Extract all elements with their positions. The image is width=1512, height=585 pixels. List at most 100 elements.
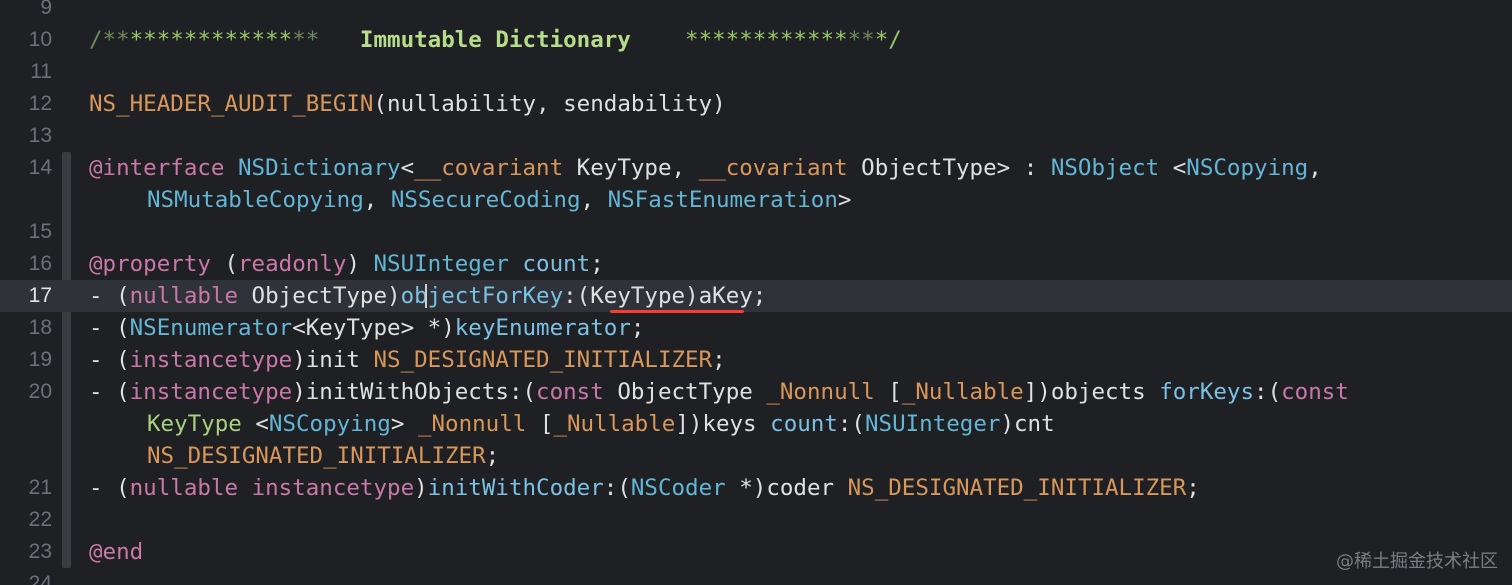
line-number: 13 [28, 124, 52, 147]
code-token: ])objects [1023, 379, 1160, 405]
code-line-19[interactable]: 19 - (instancetype)init NS_DESIGNATED_INI… [0, 344, 1512, 376]
code-token: - ( [89, 347, 130, 373]
code-token: KeyType [147, 411, 242, 437]
code-token: > [837, 187, 852, 213]
code-token: nullable [129, 475, 239, 501]
code-token: :( [1254, 379, 1282, 405]
code-token: [ [874, 379, 902, 405]
code-token: :( [837, 411, 865, 437]
code-token: ObjectType [603, 379, 767, 405]
code-token: *)coder [725, 475, 848, 501]
code-line-23[interactable]: 23 @end [0, 536, 1512, 568]
annotation-underline [610, 310, 744, 313]
code-token: forKeys [1159, 379, 1255, 405]
code-text: - (instancetype)initWithObjects:(const O… [89, 376, 1349, 408]
code-line-13[interactable]: 13 [0, 120, 1512, 152]
code-token: @end [89, 539, 144, 565]
code-token: - ( [89, 379, 130, 405]
code-token: __covariant [698, 155, 848, 181]
code-text: KeyType <NSCopying> _Nonnull [_Nullable]… [147, 408, 1055, 440]
line-number: 15 [28, 220, 52, 243]
code-text: - (NSEnumerator<KeyType> *)keyEnumerator… [89, 312, 644, 344]
code-token: nullable [129, 283, 239, 309]
code-line-16[interactable]: 16 @property (readonly) NSUInteger count; [0, 248, 1512, 280]
code-token: ])keys [675, 411, 771, 437]
code-line-wrap[interactable]: KeyType <NSCopying> _Nonnull [_Nullable]… [0, 408, 1512, 440]
code-token: < [1159, 155, 1187, 181]
code-token: <KeyType> *) [292, 315, 455, 341]
code-token: ; [712, 347, 726, 373]
code-token: [ [526, 411, 554, 437]
code-token: NSEnumerator [129, 315, 293, 341]
code-token: ( [210, 251, 239, 277]
code-text: @end [89, 536, 143, 568]
code-token: NS_DESIGNATED_INITIALIZER [373, 347, 713, 373]
line-number: 16 [28, 252, 52, 275]
code-token: - ( [89, 283, 130, 309]
code-token: , [580, 187, 608, 213]
code-line-11[interactable]: 11 [0, 56, 1512, 88]
code-token: ObjectType) [238, 283, 401, 309]
line-number: 17 [28, 284, 52, 307]
code-token: initWithCoder [427, 475, 604, 501]
code-token: NS_DESIGNATED_INITIALIZER [147, 443, 486, 469]
code-token: ; [590, 251, 604, 277]
code-token: KeyType, [563, 155, 699, 181]
code-line-14[interactable]: 14 @interface NSDictionary<__covariant Ke… [0, 152, 1512, 184]
code-token: )init [292, 347, 374, 373]
code-token: readonly [238, 251, 347, 277]
code-text: - (instancetype)init NS_DESIGNATED_INITI… [89, 344, 726, 376]
code-token: )initWithObjects:( [292, 379, 537, 405]
code-token: ; [485, 443, 500, 469]
code-token: NS_HEADER_AUDIT_BEGIN [89, 91, 374, 117]
code-token: @interface [89, 155, 225, 181]
code-token: NSUInteger [373, 251, 509, 277]
code-line-15[interactable]: 15 [0, 216, 1512, 248]
code-line-12[interactable]: 12 NS_HEADER_AUDIT_BEGIN(nullability, sen… [0, 88, 1512, 120]
code-token: , [363, 187, 391, 213]
code-token: ************ [129, 27, 293, 53]
code-text: @interface NSDictionary < __covariant KeyT… [89, 152, 1322, 184]
code-editor[interactable]: 9 10/**************** Immutable Dictionar… [0, 0, 1512, 585]
code-token: instancetype [251, 475, 415, 501]
line-number: 19 [28, 348, 52, 371]
line-number: 10 [28, 28, 52, 51]
code-line-18[interactable]: 18 - (NSEnumerator<KeyType> *)keyEnumerat… [0, 312, 1512, 344]
code-token: (nullability, sendability) [373, 91, 726, 117]
code-token: count [770, 411, 838, 437]
code-token: instancetype [129, 347, 293, 373]
code-token: ) [346, 251, 374, 277]
code-line-wrap[interactable]: NS_DESIGNATED_INITIALIZER; [0, 440, 1512, 472]
code-token: Immutable Dictionary [319, 27, 686, 53]
code-line-21[interactable]: 21 - (nullable instancetype)initWithCoder… [0, 472, 1512, 504]
code-token: count [522, 251, 591, 277]
code-token: :(KeyType)aKey; [563, 283, 767, 309]
code-line-22[interactable]: 22 [0, 504, 1512, 536]
code-token: NSCopying [268, 411, 391, 437]
code-token: */ [874, 27, 902, 53]
line-number: 22 [28, 508, 52, 531]
code-token: < [241, 411, 269, 437]
code-token: NSDictionary [238, 155, 401, 181]
code-token: _Nullable [553, 411, 676, 437]
code-token: const [536, 379, 604, 405]
code-token: NSCopying [1186, 155, 1309, 181]
code-token: ObjectType> : [847, 155, 1051, 181]
code-line-10[interactable]: 10/**************** Immutable Dictionary… [0, 24, 1512, 56]
code-token: ************ [685, 27, 848, 53]
code-token: keyEnumerator [454, 315, 631, 341]
watermark: @稀土掘金技术社区 [1336, 551, 1498, 572]
code-text: @property (readonly) NSUInteger count; [89, 248, 604, 280]
line-number: 21 [28, 476, 52, 499]
code-line-17[interactable]: 17 - (nullable ObjectType)objectForKey:(K… [0, 280, 1512, 312]
code-line-9[interactable]: 9 [0, 0, 1512, 24]
code-text: NS_HEADER_AUDIT_BEGIN(nullability, senda… [89, 88, 726, 120]
code-line-24[interactable]: 24 [0, 568, 1512, 585]
code-token: ; [630, 315, 645, 341]
code-token: ; [1186, 475, 1200, 501]
code-line-wrap[interactable]: NSMutableCopying, NSSecureCoding, NSFast… [0, 184, 1512, 216]
code-line-20[interactable]: 20- (instancetype)initWithObjects:(const… [0, 376, 1512, 408]
code-token: @property [89, 251, 211, 277]
